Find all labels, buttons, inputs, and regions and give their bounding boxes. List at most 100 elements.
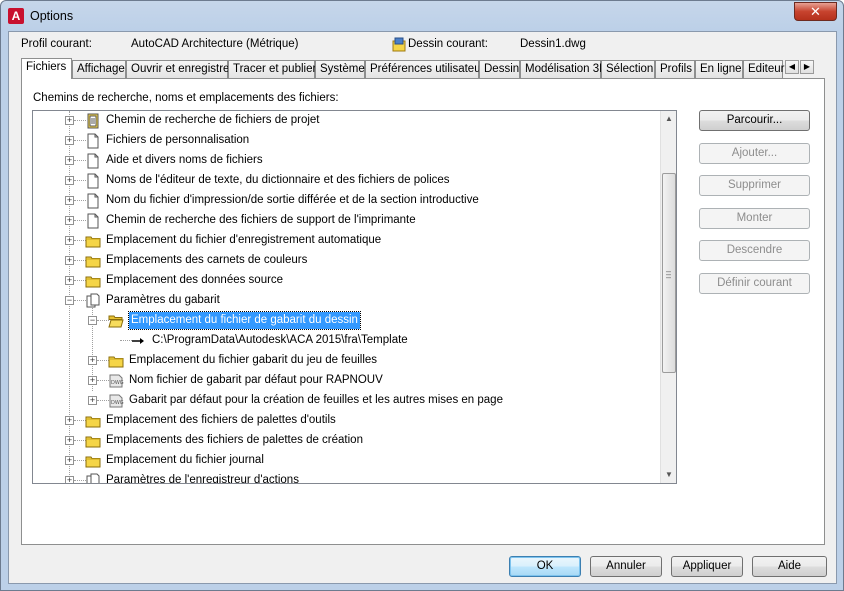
cancel-button[interactable]: Annuler <box>590 556 662 577</box>
expand-icon[interactable]: + <box>65 236 74 245</box>
scroll-up-icon[interactable]: ▲ <box>661 111 676 127</box>
tree-row[interactable]: + DWG Nom fichier de gabarit par défaut po… <box>33 371 661 391</box>
expand-icon[interactable]: + <box>65 176 74 185</box>
tree-row[interactable]: + DWG Gabarit par défaut pour la création … <box>33 391 661 411</box>
expand-icon[interactable]: + <box>65 276 74 285</box>
expand-icon[interactable]: + <box>65 256 74 265</box>
expand-icon[interactable]: + <box>65 156 74 165</box>
tab-tracer-et-publier[interactable]: Tracer et publier <box>228 60 316 78</box>
set-current-button[interactable]: Définir courant <box>699 273 810 294</box>
tree-item-label: Emplacement des fichiers de palettes d'o… <box>106 414 336 426</box>
document-icon <box>85 173 101 189</box>
current-drawing-label: Dessin courant: <box>408 38 488 50</box>
add-button[interactable]: Ajouter... <box>699 143 810 164</box>
svg-text:DWG: DWG <box>111 400 124 406</box>
tree-row[interactable]: + Paramètres de l'enregistreur d'actions <box>33 471 661 483</box>
tab-système[interactable]: Système <box>315 60 365 78</box>
current-profile-value: AutoCAD Architecture (Métrique) <box>131 38 299 50</box>
move-up-button[interactable]: Monter <box>699 208 810 229</box>
expand-icon[interactable]: + <box>65 136 74 145</box>
move-down-button[interactable]: Descendre <box>699 240 810 261</box>
tree-row[interactable]: + Chemin de recherche de fichiers de proj… <box>33 111 661 131</box>
tab-préférences-utilisateur[interactable]: Préférences utilisateur <box>365 60 484 78</box>
tree-item-label: Emplacement des données source <box>106 274 284 286</box>
tree-row[interactable]: + Fichiers de personnalisation <box>33 131 661 151</box>
scrollbar-thumb[interactable]: – – – <box>662 173 676 373</box>
tab-ouvrir-et-enregistrer[interactable]: Ouvrir et enregistrer <box>126 60 233 78</box>
tree-row[interactable]: − Paramètres du gabarit <box>33 291 661 311</box>
expand-icon[interactable]: + <box>65 116 74 125</box>
tab-scroll-left-icon[interactable]: ◀ <box>785 60 799 74</box>
tree-item-label: Nom fichier de gabarit par défaut pour R… <box>129 374 383 386</box>
tab-sélection[interactable]: Sélection <box>601 60 655 78</box>
drawing-file-icon <box>392 37 406 52</box>
tree-row[interactable]: + Emplacement des données source <box>33 271 661 291</box>
tab-strip: Fichiers Affichage Ouvrir et enregistrer Tr… <box>21 58 829 79</box>
tree-item-label: C:\ProgramData\Autodesk\ACA 2015\fra\Tem… <box>152 334 408 346</box>
apply-button[interactable]: Appliquer <box>671 556 743 577</box>
folder-icon <box>85 233 101 249</box>
tree-row[interactable]: + Nom du fichier d'impression/de sortie d… <box>33 191 661 211</box>
folder-icon <box>85 433 101 449</box>
folder-icon <box>108 353 124 369</box>
folder-icon <box>85 413 101 429</box>
tree-row[interactable]: + Aide et divers noms de fichiers <box>33 151 661 171</box>
remove-button[interactable]: Supprimer <box>699 175 810 196</box>
help-button[interactable]: Aide <box>752 556 827 577</box>
tree-row[interactable]: + Emplacement du fichier gabarit du jeu d… <box>33 351 661 371</box>
browse-button[interactable]: Parcourir... <box>699 110 810 131</box>
ok-button[interactable]: OK <box>509 556 581 577</box>
tree-item-label: Gabarit par défaut pour la création de f… <box>129 394 503 406</box>
tree-row[interactable]: + Emplacement des fichiers de palettes d'… <box>33 411 661 431</box>
svg-text:DWG: DWG <box>111 380 124 386</box>
tab-profils[interactable]: Profils <box>655 60 695 78</box>
tab-editeur[interactable]: Editeur <box>743 60 784 78</box>
tree-row[interactable]: + Emplacements des fichiers de palettes d… <box>33 431 661 451</box>
expand-icon[interactable]: + <box>65 416 74 425</box>
current-drawing-value: Dessin1.dwg <box>520 38 586 50</box>
expand-icon[interactable]: + <box>88 396 97 405</box>
document-icon <box>85 213 101 229</box>
document-icon <box>85 153 101 169</box>
tree-row[interactable]: + Emplacements des carnets de couleurs <box>33 251 661 271</box>
project-file-icon <box>85 113 101 129</box>
tree-item-label: Nom du fichier d'impression/de sortie di… <box>106 194 479 206</box>
expand-icon[interactable]: + <box>88 376 97 385</box>
folder-open-icon <box>108 313 124 329</box>
tree-item-label: Emplacement du fichier gabarit du jeu de… <box>129 354 378 366</box>
expand-icon[interactable]: + <box>65 476 74 483</box>
current-profile-label: Profil courant: <box>21 38 92 50</box>
tree-row[interactable]: + Emplacement du fichier journal <box>33 451 661 471</box>
expand-icon[interactable]: + <box>65 456 74 465</box>
file-paths-tree[interactable]: + Chemin de recherche de fichiers de proj… <box>32 110 677 484</box>
tree-row[interactable]: + Emplacement du fichier d'enregistrement… <box>33 231 661 251</box>
close-button[interactable]: ✕ <box>794 2 837 21</box>
tab-modélisation-3d[interactable]: Modélisation 3D <box>520 60 607 78</box>
expand-icon[interactable]: + <box>65 436 74 445</box>
document-icon <box>85 193 101 209</box>
tree-item-label: Paramètres du gabarit <box>106 294 220 306</box>
tree-item-label: Emplacements des carnets de couleurs <box>106 254 308 266</box>
tab-en-ligne[interactable]: En ligne <box>695 60 743 78</box>
collapse-icon[interactable]: − <box>65 296 74 305</box>
tree-row[interactable]: + Noms de l'éditeur de texte, du dictionn… <box>33 171 661 191</box>
panel-label: Chemins de recherche, noms et emplacemen… <box>33 92 339 104</box>
title-bar[interactable]: A Options ✕ <box>1 1 843 31</box>
tree-content: + Chemin de recherche de fichiers de proj… <box>33 111 661 483</box>
tree-row[interactable]: + Chemin de recherche des fichiers de sup… <box>33 211 661 231</box>
expand-icon[interactable]: + <box>88 356 97 365</box>
scroll-down-icon[interactable]: ▼ <box>661 467 676 483</box>
tree-row[interactable]: C:\ProgramData\Autodesk\ACA 2015\fra\Tem… <box>33 331 661 351</box>
expand-icon[interactable]: + <box>65 216 74 225</box>
folder-icon <box>85 453 101 469</box>
folder-icon <box>85 273 101 289</box>
grip-icon: – – – <box>666 266 672 282</box>
tab-fichiers[interactable]: Fichiers <box>21 58 72 79</box>
tree-vertical-scrollbar[interactable]: ▲ – – – ▼ <box>660 111 676 483</box>
tab-dessin[interactable]: Dessin <box>479 60 520 78</box>
tree-row[interactable]: − Emplacement du fichier de gabarit du de… <box>33 311 661 331</box>
collapse-icon[interactable]: − <box>88 316 97 325</box>
expand-icon[interactable]: + <box>65 196 74 205</box>
tab-scroll-right-icon[interactable]: ▶ <box>800 60 814 74</box>
tab-affichage[interactable]: Affichage <box>72 60 126 78</box>
